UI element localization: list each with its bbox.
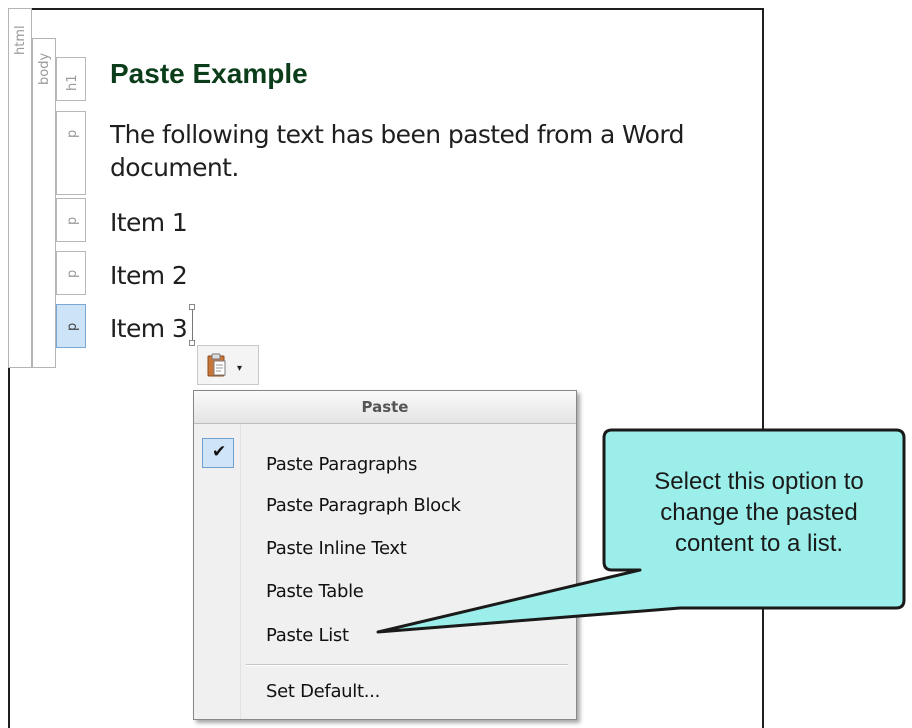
paste-menu: Paste ✔ Paste Paragraphs Paste Paragraph…	[193, 390, 577, 720]
menu-item-paste-table[interactable]: Paste Table	[266, 581, 364, 602]
checkmark-icon: ✔	[212, 442, 227, 462]
html-tag-label: html	[13, 25, 28, 55]
list-item-paragraph[interactable]: Item 3	[110, 312, 188, 345]
p-tag-box[interactable]: p	[56, 198, 86, 242]
clipboard-icon	[207, 353, 226, 377]
p-tag-box-selected[interactable]: p	[56, 304, 86, 348]
p-tag-label: p	[65, 322, 80, 331]
p-tag-label: p	[65, 269, 80, 278]
p-tag-label: p	[65, 216, 80, 225]
body-tag-label: body	[37, 52, 52, 85]
menu-item-paste-paragraphs[interactable]: Paste Paragraphs	[266, 454, 417, 475]
menu-item-paste-inline-text[interactable]: Paste Inline Text	[266, 538, 407, 559]
p-tag-label: p	[65, 129, 80, 138]
p-tag-box[interactable]: p	[56, 111, 86, 195]
paste-options-button[interactable]: ▾	[197, 345, 259, 385]
list-item-paragraph[interactable]: Item 1	[110, 206, 188, 239]
menu-item-paste-paragraph-block[interactable]: Paste Paragraph Block	[266, 495, 461, 516]
menu-item-paste-list[interactable]: Paste List	[266, 625, 349, 646]
menu-separator	[246, 664, 568, 666]
document-heading[interactable]: Paste Example	[110, 58, 308, 90]
p-tag-box[interactable]: p	[56, 251, 86, 295]
selection-handle-bottom[interactable]	[189, 340, 195, 346]
paragraph-line[interactable]: The following text has been pasted from …	[110, 118, 684, 151]
selection-handle-top[interactable]	[189, 304, 195, 310]
paragraph-line[interactable]: document.	[110, 151, 239, 184]
h1-tag-label: h1	[65, 74, 80, 91]
paste-menu-header: Paste	[194, 391, 576, 424]
h1-tag-box[interactable]: h1	[56, 57, 86, 101]
menu-icon-gutter	[194, 424, 241, 719]
list-item-paragraph[interactable]: Item 2	[110, 259, 188, 292]
body-tag-column[interactable]: body	[32, 38, 56, 368]
menu-item-set-default[interactable]: Set Default...	[266, 681, 380, 702]
chevron-down-icon: ▾	[237, 363, 243, 374]
checked-indicator: ✔	[202, 438, 234, 468]
html-tag-column[interactable]: html	[8, 8, 32, 368]
